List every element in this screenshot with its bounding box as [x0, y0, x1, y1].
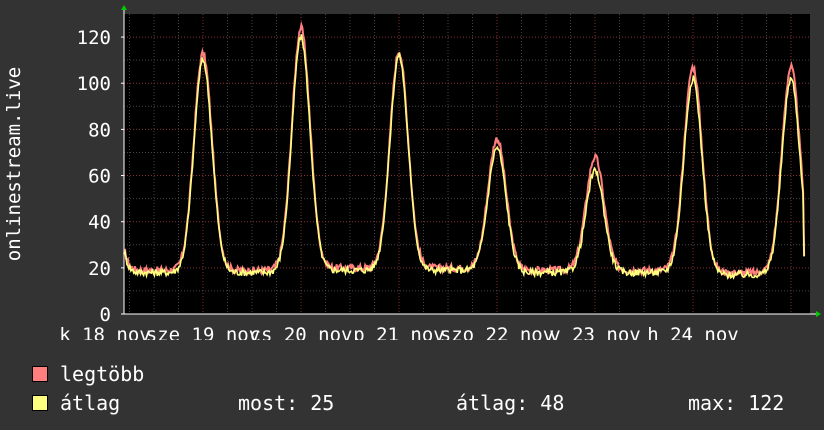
y-tick-label: 60: [88, 166, 111, 188]
stat-now: most: 25: [238, 391, 334, 415]
stat-now-label: most:: [238, 391, 299, 415]
legend-item-avg: átlag: [32, 391, 120, 415]
y-axis-label: onlinestream.live: [3, 67, 25, 261]
y-tick-label: 80: [88, 119, 111, 141]
legend-label-max: legtöbb: [60, 362, 145, 386]
stat-max: max: 122: [688, 391, 784, 415]
x-tick-label: cs 20 nov: [250, 324, 353, 340]
legend-swatch-max: [32, 366, 48, 382]
y-tick-label: 40: [88, 212, 111, 234]
x-axis-arrow: [816, 311, 821, 317]
line-chart: 0 20 40 60 80 100 120 k 18 novsze 19 novcs 20 n…: [3, 5, 821, 340]
x-tick-label: h 24 nov: [647, 324, 739, 340]
x-tick-label: p 21 nov: [353, 324, 445, 340]
stat-avg-value: 48: [540, 391, 565, 415]
y-tick-label: 20: [88, 258, 111, 280]
legend-label-avg: átlag: [60, 391, 121, 415]
x-tick-label: v 23 nov: [549, 324, 641, 340]
x-tick-label: k 18 nov: [59, 324, 151, 340]
stat-avg: átlag: 48: [456, 391, 564, 415]
y-tick-label: 100: [77, 73, 111, 95]
legend-swatch-avg: [32, 395, 48, 411]
legend-item-max: legtöbb: [32, 362, 144, 386]
y-axis-arrow: [121, 5, 127, 10]
y-tick-label: 120: [77, 27, 111, 49]
stat-max-label: max:: [688, 391, 737, 415]
stat-now-value: 25: [310, 391, 335, 415]
x-tick-label: sze 19 nov: [146, 324, 260, 340]
stat-max-value: 122: [748, 391, 785, 415]
stat-avg-label: átlag:: [456, 391, 529, 415]
y-tick-label: 0: [100, 304, 111, 326]
x-tick-label: szo 22 nov: [440, 324, 554, 340]
